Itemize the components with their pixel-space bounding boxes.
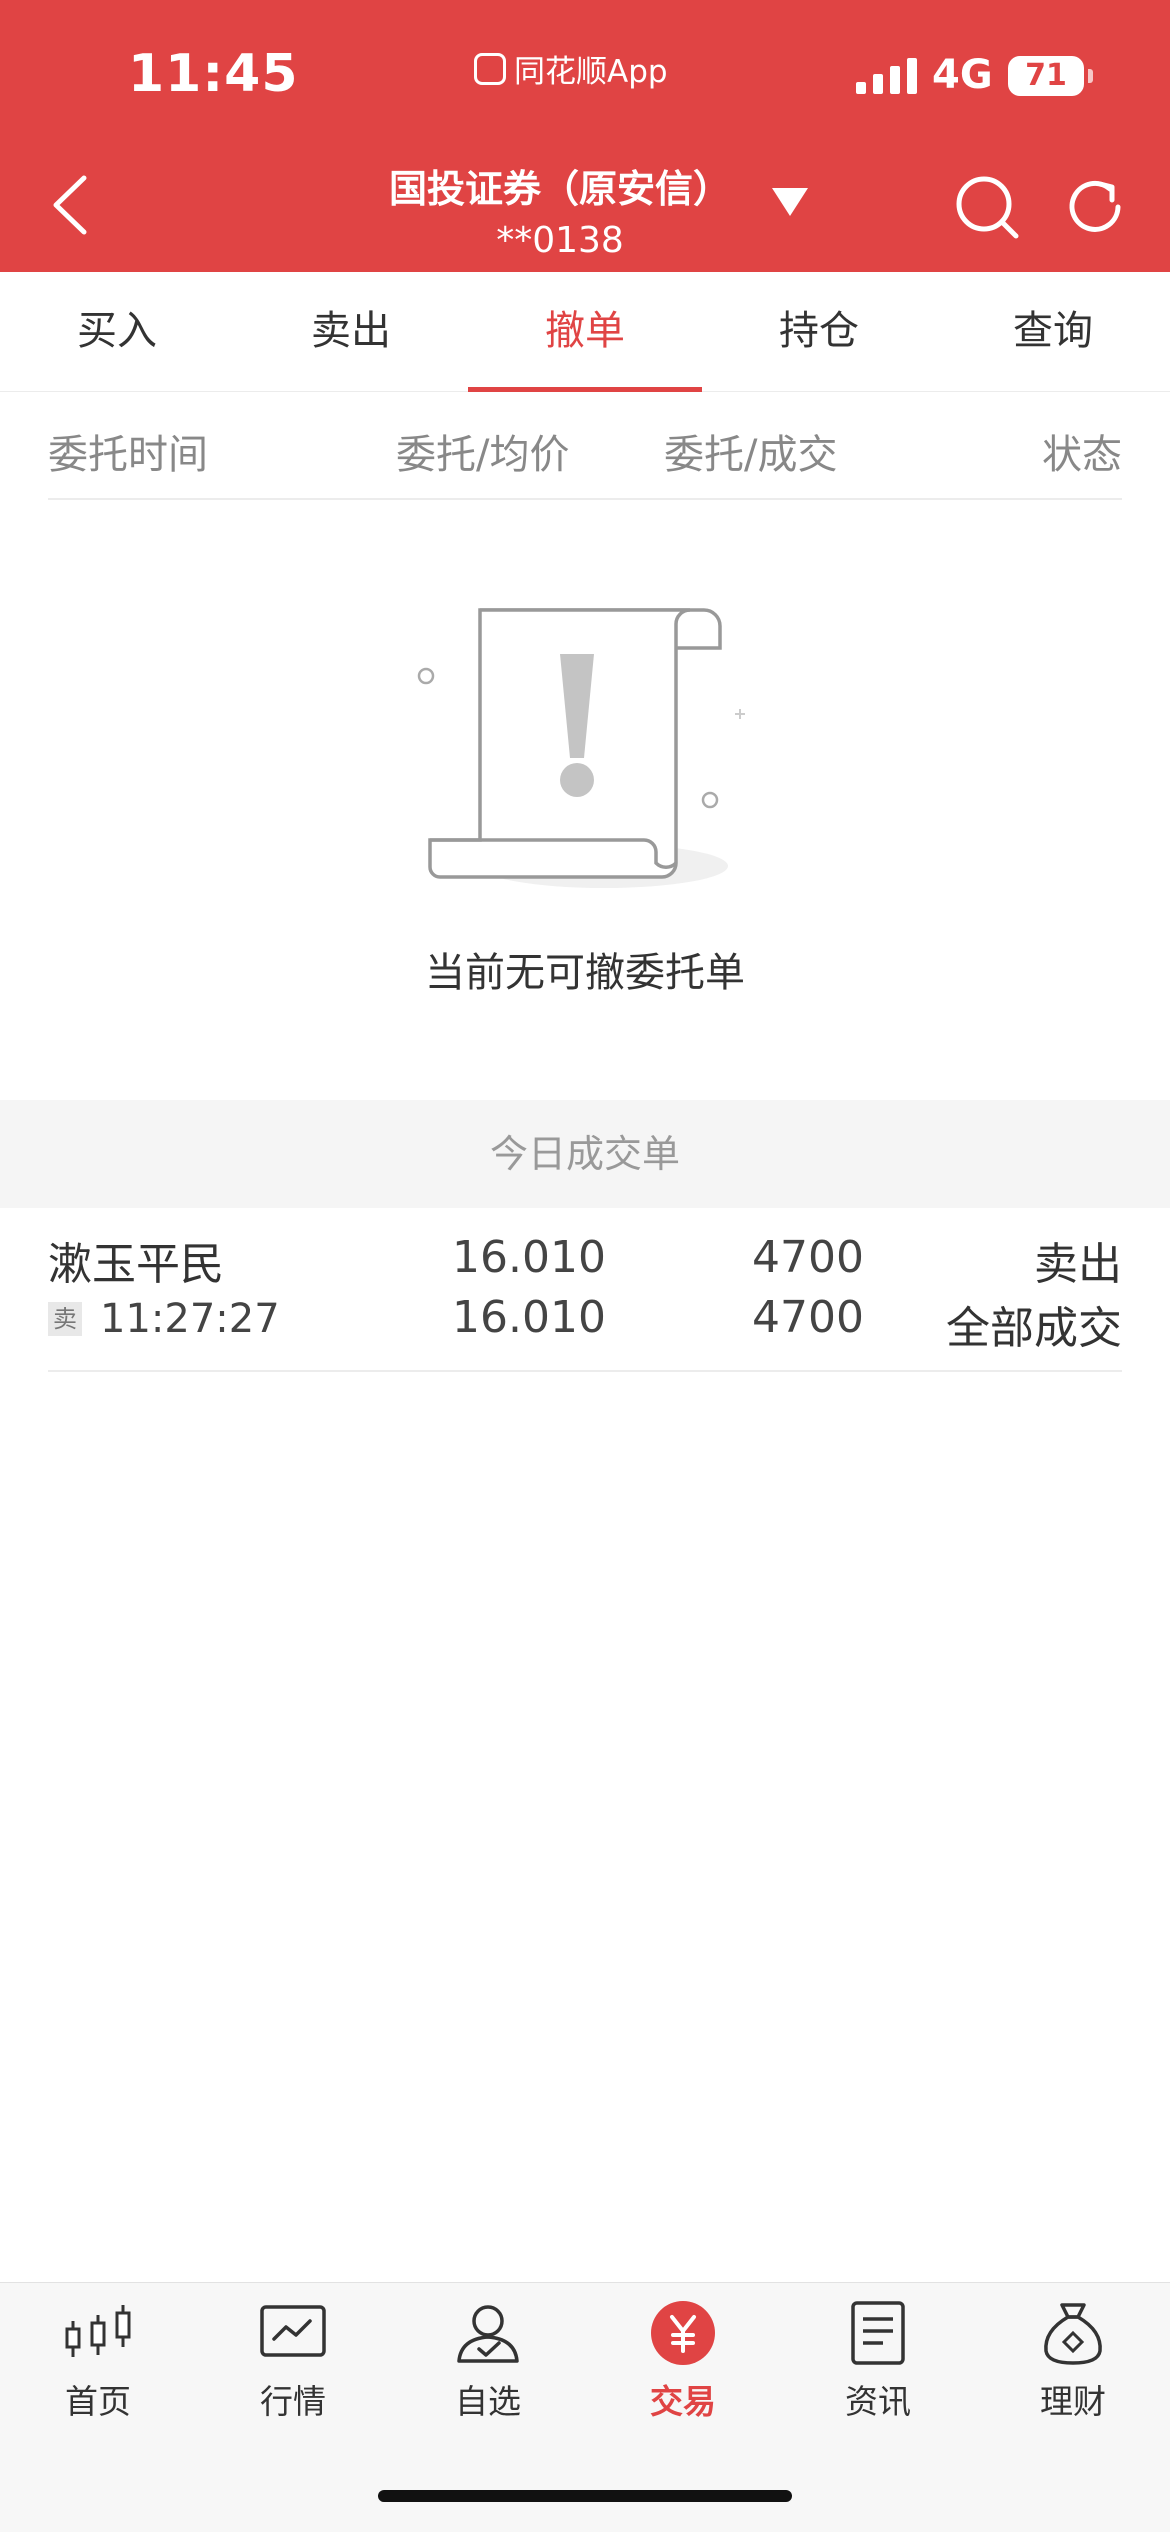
nav-trade[interactable]: 交易 [585, 2301, 781, 2441]
tab-buy[interactable]: 买入 [0, 272, 234, 392]
col-order-time: 委托时间 [48, 432, 208, 478]
chevron-left-icon [53, 175, 87, 235]
battery-icon: 71 [1008, 56, 1084, 96]
status-time: 11:45 [128, 44, 299, 104]
app-name: 同花顺App [514, 54, 668, 90]
app-header: 11:45 同花顺App 4G 71 国投证券（原安信） **0138 [0, 0, 1170, 272]
empty-scroll-icon [414, 598, 754, 908]
nav-news-label: 资讯 [845, 2382, 911, 2421]
empty-state-message: 当前无可撤委托单 [425, 950, 745, 996]
order-price: 16.010 [452, 1232, 606, 1283]
nav-market[interactable]: 行情 [195, 2301, 391, 2441]
user-check-icon [457, 2305, 519, 2363]
nav-wealth-label: 理财 [1040, 2382, 1106, 2421]
document-icon [851, 2301, 905, 2365]
tab-positions[interactable]: 持仓 [702, 272, 936, 392]
search-icon [956, 176, 1019, 239]
refresh-icon [1069, 180, 1121, 232]
broker-title[interactable]: 国投证券（原安信） [380, 158, 740, 213]
back-button[interactable] [44, 170, 104, 240]
app-mini-icon [474, 52, 506, 85]
nav-watchlist-label: 自选 [455, 2382, 521, 2421]
yuan-icon [651, 2301, 715, 2365]
nav-watchlist[interactable]: 自选 [390, 2301, 586, 2441]
deal-time: 11:27:27 [100, 1296, 280, 1342]
order-quantity: 4700 [752, 1232, 864, 1283]
account-number: **0138 [496, 220, 624, 261]
search-button[interactable] [952, 172, 1022, 242]
nav-trade-label: 交易 [650, 2382, 716, 2421]
col-price: 委托/均价 [396, 432, 570, 478]
fill-status: 全部成交 [946, 1303, 1122, 1354]
trade-direction: 卖出 [1034, 1239, 1122, 1290]
nav-market-label: 行情 [260, 2382, 326, 2421]
filled-quantity: 4700 [752, 1292, 864, 1343]
order-column-header: 委托时间 委托/均价 委托/成交 状态 [48, 392, 1122, 500]
tab-sell[interactable]: 卖出 [234, 272, 468, 392]
tab-cancel-order[interactable]: 撤单 [468, 272, 702, 392]
signal-icon [856, 58, 917, 94]
candlestick-icon [65, 2305, 131, 2357]
app-name-badge: 同花顺App [474, 46, 668, 91]
network-type: 4G [932, 52, 993, 98]
home-indicator[interactable] [378, 2490, 792, 2502]
money-bag-icon [1044, 2303, 1102, 2365]
today-deals-header: 今日成交单 [0, 1100, 1170, 1208]
account-dropdown-button[interactable] [770, 186, 810, 218]
battery-tip [1088, 69, 1093, 83]
nav-news[interactable]: 资讯 [780, 2301, 976, 2441]
nav-home[interactable]: 首页 [0, 2301, 196, 2441]
trade-tabs: 买入 卖出 撤单 持仓 查询 [0, 272, 1170, 392]
tab-query[interactable]: 查询 [936, 272, 1170, 392]
stock-name: 漱玉平民 [48, 1239, 224, 1290]
col-quantity: 委托/成交 [664, 432, 838, 478]
chart-icon [260, 2305, 326, 2357]
refresh-button[interactable] [1060, 172, 1130, 242]
sell-side-badge: 卖 [48, 1302, 82, 1336]
col-status: 状态 [1042, 432, 1122, 478]
nav-wealth[interactable]: 理财 [975, 2301, 1170, 2441]
deal-row[interactable]: 漱玉平民 卖 11:27:27 16.010 16.010 4700 4700 … [48, 1208, 1122, 1372]
nav-home-label: 首页 [65, 2382, 131, 2421]
caret-down-icon [772, 188, 808, 216]
average-price: 16.010 [452, 1292, 606, 1343]
